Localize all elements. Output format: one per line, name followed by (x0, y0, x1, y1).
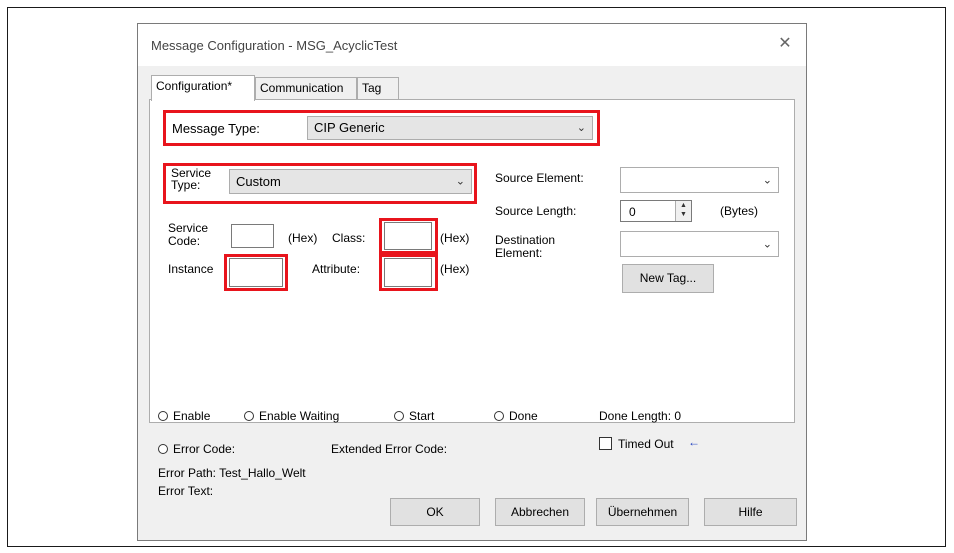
done-status: Done (494, 409, 538, 423)
message-configuration-dialog: Message Configuration - MSG_AcyclicTest … (137, 23, 807, 541)
destination-element-label: Destination Element: (495, 233, 556, 260)
destination-element-dropdown[interactable]: ⌄ (620, 231, 779, 257)
window-title: Message Configuration - MSG_AcyclicTest (151, 38, 398, 53)
service-code-input[interactable] (231, 224, 274, 248)
arrow-left-icon: ← (688, 435, 700, 449)
instance-label: Instance (168, 262, 214, 276)
source-length-value: 0 (629, 205, 636, 219)
radio-icon (244, 411, 254, 421)
error-code-status: Error Code: (158, 442, 235, 456)
source-element-dropdown[interactable]: ⌄ (620, 167, 779, 193)
enable-status: Enable (158, 409, 210, 423)
cancel-button[interactable]: Abbrechen (495, 498, 585, 526)
service-type-value: Custom (236, 174, 281, 189)
spin-up-down-icon[interactable]: ▲ ▼ (675, 201, 691, 221)
message-type-label: Message Type: (172, 121, 260, 136)
radio-icon (494, 411, 504, 421)
attribute-input[interactable] (384, 258, 432, 287)
error-text: Error Text: (158, 484, 214, 498)
attribute-label: Attribute: (312, 262, 361, 276)
start-status: Start (394, 409, 434, 423)
enable-waiting-status: Enable Waiting (244, 409, 339, 423)
title-bar: Message Configuration - MSG_AcyclicTest … (138, 24, 806, 66)
source-length-spinner[interactable]: 0 ▲ ▼ (620, 200, 692, 222)
radio-icon (394, 411, 404, 421)
chevron-down-icon: ⌄ (762, 174, 772, 187)
radio-icon (158, 411, 168, 421)
class-label: Class: (332, 231, 366, 245)
source-length-unit: (Bytes) (720, 204, 759, 218)
close-icon[interactable]: ✕ (774, 34, 796, 54)
attribute-unit: (Hex) (440, 262, 470, 276)
error-path: Error Path: Test_Hallo_Welt (158, 466, 306, 480)
extended-error-code: Extended Error Code: (331, 442, 448, 456)
service-code-label: Service Code: (168, 221, 209, 248)
class-unit: (Hex) (440, 231, 470, 245)
new-tag-button[interactable]: New Tag... (622, 264, 714, 293)
source-element-label: Source Element: (495, 171, 584, 185)
class-input[interactable] (384, 222, 432, 250)
chevron-down-icon: ⌄ (576, 122, 586, 134)
source-length-label: Source Length: (495, 204, 577, 218)
configuration-panel: Message Type: CIP Generic ⌄ Service Type:… (149, 99, 795, 423)
ok-button[interactable]: OK (390, 498, 480, 526)
chevron-down-icon: ⌄ (762, 238, 772, 251)
timed-out-checkbox[interactable] (599, 437, 612, 450)
apply-button[interactable]: Übernehmen (596, 498, 689, 526)
tab-tag[interactable]: Tag (357, 77, 399, 99)
done-length: Done Length: 0 (599, 409, 682, 423)
tab-communication[interactable]: Communication (255, 77, 357, 99)
message-type-dropdown[interactable]: CIP Generic ⌄ (307, 116, 593, 140)
timed-out-label: Timed Out (618, 437, 674, 451)
instance-input[interactable] (229, 258, 283, 287)
service-type-dropdown[interactable]: Custom ⌄ (229, 169, 472, 194)
radio-icon (158, 444, 168, 454)
service-code-unit: (Hex) (288, 231, 318, 245)
tab-configuration[interactable]: Configuration* (151, 75, 255, 101)
help-button[interactable]: Hilfe (704, 498, 797, 526)
chevron-down-icon: ⌄ (455, 175, 465, 187)
message-type-value: CIP Generic (314, 120, 385, 135)
service-type-label: Service Type: (171, 166, 212, 192)
